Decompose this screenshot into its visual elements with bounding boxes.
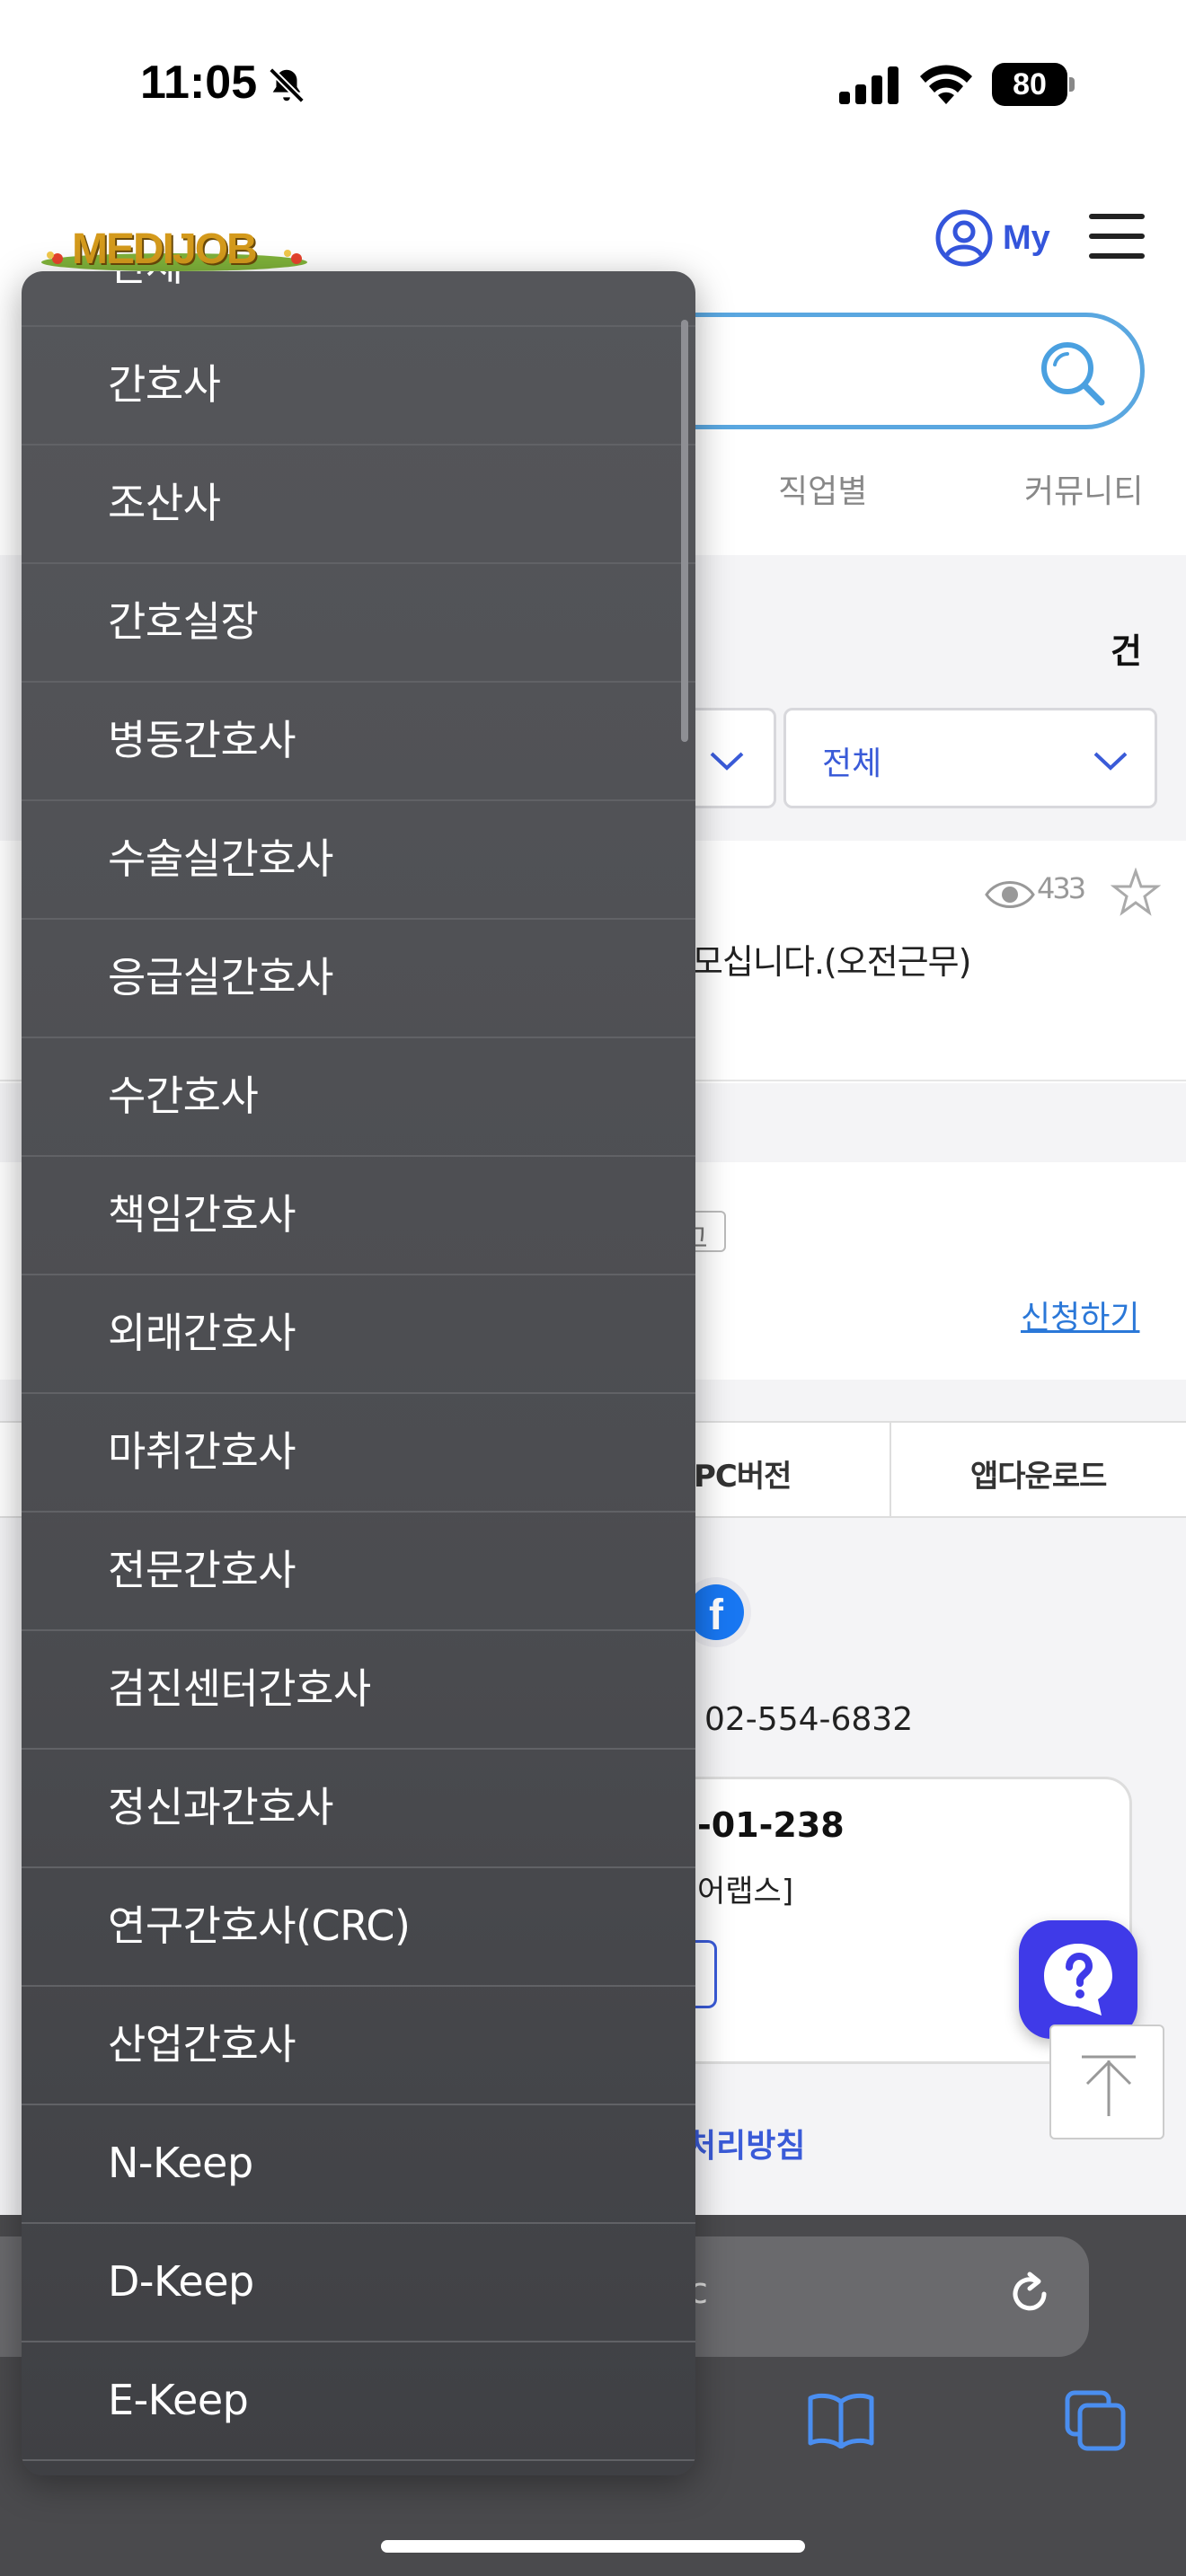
wifi-icon [920, 65, 972, 104]
dropdown-option[interactable]: 수간호사 [22, 1038, 695, 1157]
dropdown-list: 전체 간호사 조산사 간호실장 병동간호사 수술실간호사 응급실간호사 수간호사… [22, 271, 695, 2461]
job-type-dropdown[interactable]: 전체 간호사 조산사 간호실장 병동간호사 수술실간호사 응급실간호사 수간호사… [22, 271, 695, 2475]
dropdown-option[interactable]: 간호실장 [22, 564, 695, 683]
help-chat-button[interactable] [1019, 1920, 1137, 2039]
phone-number: 02-554-6832 [704, 1701, 914, 1738]
dropdown-option[interactable]: 조산사 [22, 446, 695, 564]
eye-icon [985, 881, 1035, 908]
dropdown-option[interactable]: 응급실간호사 [22, 920, 695, 1038]
chevron-down-icon [1093, 752, 1128, 771]
dropdown-option[interactable]: E-Keep [22, 2342, 695, 2461]
dropdown-option[interactable]: 전문간호사 [22, 1513, 695, 1631]
dropdown-option[interactable]: 수술실간호사 [22, 801, 695, 920]
privacy-policy-link[interactable]: 처리방침 [686, 2120, 805, 2166]
battery-level: 80 [992, 63, 1067, 106]
my-account-button[interactable]: My [934, 208, 1055, 271]
search-icon[interactable] [1037, 338, 1107, 408]
tab-community[interactable]: 커뮤니티 [1024, 465, 1143, 512]
dropdown-option[interactable]: 간호사 [22, 327, 695, 446]
site-logo[interactable]: MEDIJOB [40, 223, 309, 273]
dropdown-option[interactable]: 정신과간호사 [22, 1750, 695, 1868]
dropdown-option[interactable]: 산업간호사 [22, 1987, 695, 2105]
status-time: 11:05 [140, 57, 258, 109]
chevron-down-icon [710, 752, 744, 771]
user-circle-icon [935, 209, 993, 267]
question-bubble-icon [1044, 1944, 1112, 2016]
post-title[interactable]: 모십니다.(오전근무) [692, 934, 971, 984]
dropdown-option[interactable]: 연구간호사(CRC) [22, 1868, 695, 1987]
bell-slash-icon [269, 67, 305, 103]
battery-icon: 80 [992, 63, 1075, 106]
result-count-unit: 건 [1111, 631, 1142, 671]
signal-icon [839, 66, 898, 104]
scroll-top-button[interactable] [1049, 2025, 1164, 2139]
dropdown-option[interactable]: N-Keep [22, 2105, 695, 2224]
dropdown-option[interactable]: 외래간호사 [22, 1275, 695, 1394]
hamburger-menu-icon[interactable] [1089, 214, 1148, 262]
tabs-icon[interactable] [1064, 2389, 1127, 2452]
filter-select-region[interactable]: 전체 [783, 708, 1157, 808]
dropdown-option[interactable]: D-Keep [22, 2224, 695, 2342]
bookmarks-icon[interactable] [807, 2391, 875, 2448]
registration-number: -01-238 [697, 1805, 845, 1845]
logo-text: MEDIJOB [72, 225, 258, 273]
view-count: 433 [1037, 871, 1086, 905]
app-download-link[interactable]: 앱다운로드 [970, 1451, 1107, 1495]
tab-job[interactable]: 직업별 [778, 465, 867, 512]
divider [890, 1423, 891, 1516]
dropdown-option[interactable]: 병동간호사 [22, 683, 695, 801]
reload-icon[interactable] [1003, 2267, 1057, 2321]
dropdown-option[interactable]: 검진센터간호사 [22, 1631, 695, 1750]
dropdown-option[interactable]: 책임간호사 [22, 1157, 695, 1275]
pc-version-link[interactable]: PC버전 [694, 1451, 792, 1495]
dropdown-option[interactable]: 마취간호사 [22, 1394, 695, 1513]
star-icon[interactable] [1111, 868, 1161, 918]
dropdown-option[interactable]: 전체 [22, 271, 695, 327]
company-name: 어랩스] [697, 1874, 794, 1910]
my-label: My [1003, 219, 1050, 257]
apply-link[interactable]: 신청하기 [1021, 1292, 1139, 1338]
home-indicator [381, 2540, 805, 2553]
dropdown-scrollbar[interactable] [681, 320, 688, 742]
arrow-up-icon [1082, 2055, 1136, 2116]
filter-select-value: 전체 [822, 745, 882, 782]
